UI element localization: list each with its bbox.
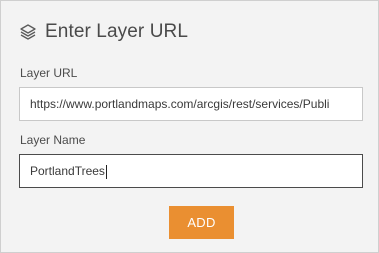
layer-url-label: Layer URL	[20, 66, 78, 80]
panel-header: Enter Layer URL	[19, 19, 188, 45]
text-caret	[105, 164, 107, 179]
layers-icon	[19, 23, 37, 41]
layer-name-input[interactable]: PortlandTrees	[19, 154, 363, 188]
layer-name-label: Layer Name	[20, 133, 86, 147]
layer-name-value: PortlandTrees	[30, 164, 105, 178]
layer-url-input[interactable]: https://www.portlandmaps.com/arcgis/rest…	[19, 87, 363, 121]
panel-title: Enter Layer URL	[45, 21, 189, 42]
add-button[interactable]: ADD	[169, 206, 234, 239]
enter-layer-url-panel: Enter Layer URL Layer URL https://www.po…	[0, 0, 379, 253]
layer-url-value: https://www.portlandmaps.com/arcgis/rest…	[30, 97, 330, 111]
